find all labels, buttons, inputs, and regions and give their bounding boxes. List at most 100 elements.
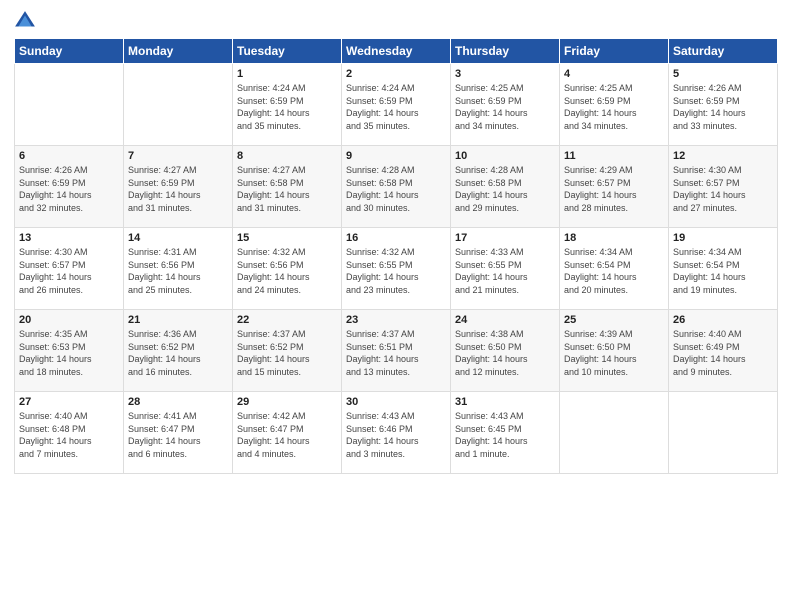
day-number: 31: [455, 396, 555, 408]
calendar-cell: 12 Sunrise: 4:30 AM Sunset: 6:57 PM Dayli…: [669, 146, 778, 228]
day-number: 5: [673, 68, 773, 80]
weekday-row: SundayMondayTuesdayWednesdayThursdayFrid…: [15, 39, 778, 64]
calendar-cell: 2 Sunrise: 4:24 AM Sunset: 6:59 PM Daylig…: [342, 64, 451, 146]
weekday-header: Friday: [560, 39, 669, 64]
logo-icon: [14, 10, 36, 32]
day-detail: Sunrise: 4:30 AM Sunset: 6:57 PM Dayligh…: [673, 164, 773, 214]
day-detail: Sunrise: 4:33 AM Sunset: 6:55 PM Dayligh…: [455, 246, 555, 296]
calendar: SundayMondayTuesdayWednesdayThursdayFrid…: [14, 38, 778, 474]
weekday-header: Sunday: [15, 39, 124, 64]
day-detail: Sunrise: 4:29 AM Sunset: 6:57 PM Dayligh…: [564, 164, 664, 214]
calendar-cell: [124, 64, 233, 146]
day-number: 30: [346, 396, 446, 408]
day-detail: Sunrise: 4:41 AM Sunset: 6:47 PM Dayligh…: [128, 410, 228, 460]
day-number: 25: [564, 314, 664, 326]
day-detail: Sunrise: 4:32 AM Sunset: 6:55 PM Dayligh…: [346, 246, 446, 296]
calendar-week-row: 27Sunrise: 4:40 AM Sunset: 6:48 PM Dayli…: [15, 392, 778, 474]
day-detail: Sunrise: 4:28 AM Sunset: 6:58 PM Dayligh…: [455, 164, 555, 214]
calendar-cell: 19 Sunrise: 4:34 AM Sunset: 6:54 PM Dayli…: [669, 228, 778, 310]
day-detail: Sunrise: 4:24 AM Sunset: 6:59 PM Dayligh…: [237, 82, 337, 132]
calendar-cell: 26 Sunrise: 4:40 AM Sunset: 6:49 PM Dayli…: [669, 310, 778, 392]
calendar-week-row: 13 Sunrise: 4:30 AM Sunset: 6:57 PM Dayli…: [15, 228, 778, 310]
calendar-cell: 25 Sunrise: 4:39 AM Sunset: 6:50 PM Dayli…: [560, 310, 669, 392]
day-detail: Sunrise: 4:37 AM Sunset: 6:52 PM Dayligh…: [237, 328, 337, 378]
day-number: 18: [564, 232, 664, 244]
day-number: 1: [237, 68, 337, 80]
header: [14, 10, 778, 32]
day-number: 21: [128, 314, 228, 326]
calendar-cell: 15Sunrise: 4:32 AM Sunset: 6:56 PM Dayli…: [233, 228, 342, 310]
day-detail: Sunrise: 4:39 AM Sunset: 6:50 PM Dayligh…: [564, 328, 664, 378]
calendar-header: SundayMondayTuesdayWednesdayThursdayFrid…: [15, 39, 778, 64]
calendar-cell: 13 Sunrise: 4:30 AM Sunset: 6:57 PM Dayli…: [15, 228, 124, 310]
calendar-cell: 9 Sunrise: 4:28 AM Sunset: 6:58 PM Daylig…: [342, 146, 451, 228]
day-detail: Sunrise: 4:43 AM Sunset: 6:45 PM Dayligh…: [455, 410, 555, 460]
day-number: 13: [19, 232, 119, 244]
calendar-cell: 6 Sunrise: 4:26 AM Sunset: 6:59 PM Daylig…: [15, 146, 124, 228]
day-detail: Sunrise: 4:34 AM Sunset: 6:54 PM Dayligh…: [564, 246, 664, 296]
calendar-cell: 17 Sunrise: 4:33 AM Sunset: 6:55 PM Dayli…: [451, 228, 560, 310]
day-number: 19: [673, 232, 773, 244]
day-number: 7: [128, 150, 228, 162]
day-number: 14: [128, 232, 228, 244]
day-number: 28: [128, 396, 228, 408]
calendar-cell: [560, 392, 669, 474]
day-number: 26: [673, 314, 773, 326]
weekday-header: Tuesday: [233, 39, 342, 64]
calendar-cell: 10 Sunrise: 4:28 AM Sunset: 6:58 PM Dayli…: [451, 146, 560, 228]
day-detail: Sunrise: 4:36 AM Sunset: 6:52 PM Dayligh…: [128, 328, 228, 378]
day-number: 12: [673, 150, 773, 162]
weekday-header: Saturday: [669, 39, 778, 64]
calendar-week-row: 1 Sunrise: 4:24 AM Sunset: 6:59 PM Daylig…: [15, 64, 778, 146]
calendar-cell: [669, 392, 778, 474]
logo: [14, 10, 40, 32]
calendar-cell: 18 Sunrise: 4:34 AM Sunset: 6:54 PM Dayli…: [560, 228, 669, 310]
page: SundayMondayTuesdayWednesdayThursdayFrid…: [0, 0, 792, 612]
calendar-cell: 21 Sunrise: 4:36 AM Sunset: 6:52 PM Dayli…: [124, 310, 233, 392]
calendar-cell: 4Sunrise: 4:25 AM Sunset: 6:59 PM Daylig…: [560, 64, 669, 146]
calendar-cell: 11Sunrise: 4:29 AM Sunset: 6:57 PM Dayli…: [560, 146, 669, 228]
day-detail: Sunrise: 4:38 AM Sunset: 6:50 PM Dayligh…: [455, 328, 555, 378]
calendar-cell: 31 Sunrise: 4:43 AM Sunset: 6:45 PM Dayli…: [451, 392, 560, 474]
calendar-body: 1 Sunrise: 4:24 AM Sunset: 6:59 PM Daylig…: [15, 64, 778, 474]
day-detail: Sunrise: 4:32 AM Sunset: 6:56 PM Dayligh…: [237, 246, 337, 296]
day-number: 10: [455, 150, 555, 162]
calendar-cell: 14 Sunrise: 4:31 AM Sunset: 6:56 PM Dayli…: [124, 228, 233, 310]
day-number: 3: [455, 68, 555, 80]
day-detail: Sunrise: 4:24 AM Sunset: 6:59 PM Dayligh…: [346, 82, 446, 132]
day-number: 23: [346, 314, 446, 326]
day-detail: Sunrise: 4:34 AM Sunset: 6:54 PM Dayligh…: [673, 246, 773, 296]
day-detail: Sunrise: 4:28 AM Sunset: 6:58 PM Dayligh…: [346, 164, 446, 214]
day-detail: Sunrise: 4:40 AM Sunset: 6:49 PM Dayligh…: [673, 328, 773, 378]
day-detail: Sunrise: 4:42 AM Sunset: 6:47 PM Dayligh…: [237, 410, 337, 460]
day-detail: Sunrise: 4:27 AM Sunset: 6:58 PM Dayligh…: [237, 164, 337, 214]
day-detail: Sunrise: 4:25 AM Sunset: 6:59 PM Dayligh…: [455, 82, 555, 132]
day-number: 27: [19, 396, 119, 408]
calendar-cell: 30Sunrise: 4:43 AM Sunset: 6:46 PM Dayli…: [342, 392, 451, 474]
day-number: 9: [346, 150, 446, 162]
day-number: 8: [237, 150, 337, 162]
day-number: 17: [455, 232, 555, 244]
day-number: 20: [19, 314, 119, 326]
calendar-cell: 23Sunrise: 4:37 AM Sunset: 6:51 PM Dayli…: [342, 310, 451, 392]
day-number: 4: [564, 68, 664, 80]
day-detail: Sunrise: 4:31 AM Sunset: 6:56 PM Dayligh…: [128, 246, 228, 296]
day-detail: Sunrise: 4:30 AM Sunset: 6:57 PM Dayligh…: [19, 246, 119, 296]
calendar-week-row: 6 Sunrise: 4:26 AM Sunset: 6:59 PM Daylig…: [15, 146, 778, 228]
day-number: 6: [19, 150, 119, 162]
calendar-cell: 27Sunrise: 4:40 AM Sunset: 6:48 PM Dayli…: [15, 392, 124, 474]
day-detail: Sunrise: 4:26 AM Sunset: 6:59 PM Dayligh…: [19, 164, 119, 214]
calendar-cell: 29 Sunrise: 4:42 AM Sunset: 6:47 PM Dayli…: [233, 392, 342, 474]
day-number: 29: [237, 396, 337, 408]
calendar-cell: 3 Sunrise: 4:25 AM Sunset: 6:59 PM Daylig…: [451, 64, 560, 146]
day-number: 16: [346, 232, 446, 244]
day-number: 24: [455, 314, 555, 326]
weekday-header: Wednesday: [342, 39, 451, 64]
day-detail: Sunrise: 4:35 AM Sunset: 6:53 PM Dayligh…: [19, 328, 119, 378]
calendar-cell: 20 Sunrise: 4:35 AM Sunset: 6:53 PM Dayli…: [15, 310, 124, 392]
weekday-header: Thursday: [451, 39, 560, 64]
calendar-cell: 24 Sunrise: 4:38 AM Sunset: 6:50 PM Dayli…: [451, 310, 560, 392]
calendar-cell: 1 Sunrise: 4:24 AM Sunset: 6:59 PM Daylig…: [233, 64, 342, 146]
day-number: 2: [346, 68, 446, 80]
day-number: 22: [237, 314, 337, 326]
